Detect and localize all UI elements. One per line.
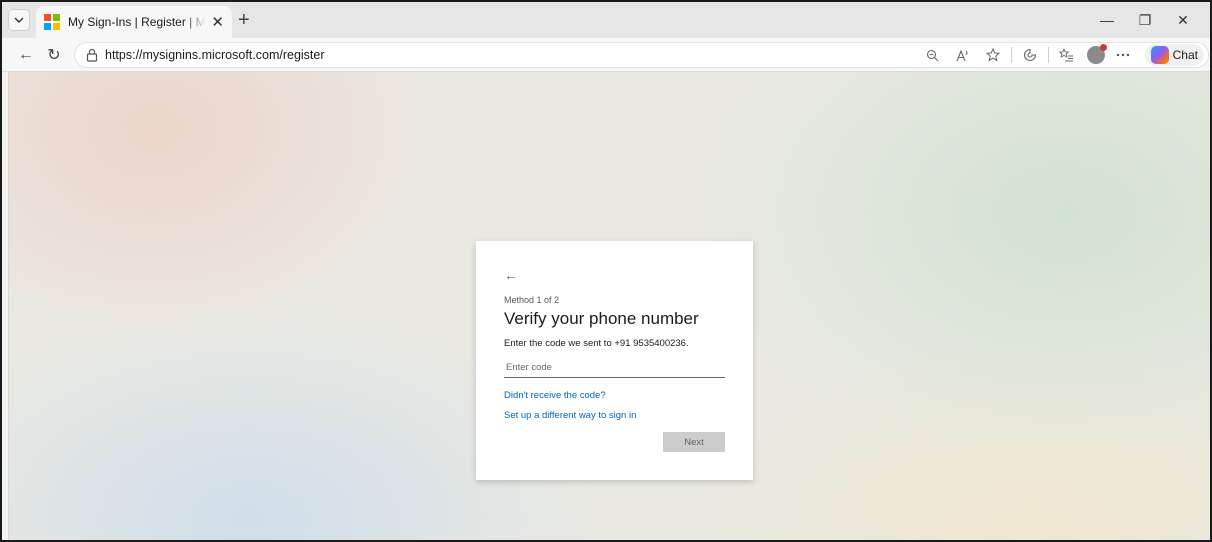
refresh-button[interactable]: ↻: [44, 45, 64, 65]
tab-strip: My Sign-Ins | Register | Microsoft ✕ + —…: [2, 2, 1210, 38]
browser-toolbar: ← ↻ https://mysignins.microsoft.com/regi…: [2, 38, 1210, 72]
next-button[interactable]: Next: [663, 432, 725, 452]
browser-window: My Sign-Ins | Register | Microsoft ✕ + —…: [0, 0, 1212, 542]
favorite-star-icon[interactable]: [981, 43, 1005, 67]
url-text[interactable]: https://mysignins.microsoft.com/register: [105, 48, 325, 62]
microsoft-logo-icon: [44, 14, 60, 30]
instructions-text: Enter the code we sent to +91 9535400236…: [504, 338, 689, 349]
tab-title: My Sign-Ins | Register | Microsoft: [68, 15, 206, 29]
minimize-button[interactable]: —: [1088, 8, 1126, 32]
tab-my-sign-ins[interactable]: My Sign-Ins | Register | Microsoft ✕: [36, 6, 232, 38]
close-tab-icon[interactable]: ✕: [211, 15, 224, 30]
code-input[interactable]: [504, 358, 725, 378]
page-content: ← Method 1 of 2 Verify your phone number…: [8, 72, 1210, 540]
new-tab-button[interactable]: +: [238, 10, 250, 30]
read-aloud-icon[interactable]: [951, 43, 975, 67]
profile-icon[interactable]: [1086, 44, 1107, 64]
verification-card: ← Method 1 of 2 Verify your phone number…: [476, 241, 753, 480]
close-window-button[interactable]: ✕: [1164, 8, 1202, 32]
method-step-label: Method 1 of 2: [504, 295, 560, 305]
lock-icon[interactable]: [85, 48, 99, 62]
address-bar[interactable]: https://mysignins.microsoft.com/register: [74, 42, 1209, 68]
toolbar-icons: Chat: [915, 43, 1208, 67]
chevron-down-icon: [14, 17, 24, 23]
chat-label: Chat: [1172, 48, 1198, 62]
copilot-icon: [1150, 46, 1169, 64]
different-method-link[interactable]: Set up a different way to sign in: [504, 410, 636, 421]
page-title: Verify your phone number: [504, 309, 699, 328]
extensions-icon[interactable]: [1018, 43, 1042, 67]
back-arrow-icon[interactable]: ←: [504, 268, 518, 282]
resend-code-link[interactable]: Didn't receive the code?: [504, 390, 606, 401]
restore-button[interactable]: ❐: [1126, 8, 1164, 32]
favorites-list-icon[interactable]: [1055, 43, 1079, 67]
more-icon[interactable]: [1111, 43, 1135, 67]
window-controls: — ❐ ✕: [1088, 8, 1202, 32]
zoom-icon[interactable]: [921, 43, 945, 67]
back-button[interactable]: ←: [16, 45, 36, 65]
tab-actions-button[interactable]: [8, 9, 30, 31]
toolbar-divider: [1010, 47, 1012, 63]
copilot-chat-button[interactable]: Chat: [1144, 44, 1204, 66]
toolbar-divider: [1047, 47, 1049, 63]
